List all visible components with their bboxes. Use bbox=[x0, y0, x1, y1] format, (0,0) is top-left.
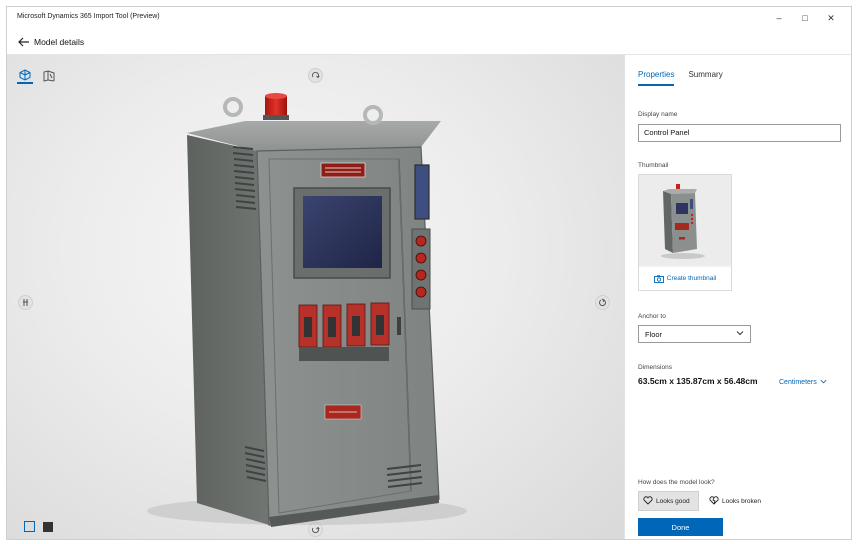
panel-tabs: Properties Summary bbox=[638, 70, 723, 86]
create-thumbnail-label: Create thumbnail bbox=[666, 275, 717, 282]
create-thumbnail-button[interactable]: Create thumbnail bbox=[639, 267, 731, 290]
dimensions-value: 63.5cm x 135.87cm x 56.48cm bbox=[638, 376, 758, 386]
anchor-value: Floor bbox=[645, 330, 663, 339]
close-button[interactable]: ✕ bbox=[819, 10, 843, 26]
broken-heart-icon bbox=[709, 495, 719, 507]
units-value: Centimeters bbox=[779, 379, 817, 386]
thumbnail-image bbox=[639, 175, 731, 265]
units-dropdown[interactable]: Centimeters bbox=[779, 378, 827, 387]
restore-button[interactable]: □ bbox=[793, 10, 817, 26]
control-panel-model bbox=[147, 93, 467, 527]
done-button[interactable]: Done bbox=[638, 518, 723, 536]
camera-icon bbox=[653, 270, 664, 288]
page-header: Model details bbox=[7, 29, 851, 55]
dimensions-label: Dimensions bbox=[638, 364, 672, 371]
title-bar: Microsoft Dynamics 365 Import Tool (Prev… bbox=[7, 7, 851, 29]
display-name-label: Display name bbox=[638, 111, 678, 118]
anchor-label: Anchor to bbox=[638, 313, 666, 320]
looks-broken-label: Looks broken bbox=[722, 497, 762, 505]
minimize-button[interactable]: – bbox=[767, 10, 791, 26]
looks-good-label: Looks good bbox=[656, 497, 690, 505]
feedback-question: How does the model look? bbox=[638, 479, 715, 486]
tab-properties[interactable]: Properties bbox=[638, 70, 675, 86]
thumbnail-label: Thumbnail bbox=[638, 162, 669, 169]
anchor-dropdown[interactable]: Floor bbox=[638, 325, 751, 343]
back-arrow-icon[interactable] bbox=[17, 35, 31, 49]
properties-panel: Properties Summary Display name Control … bbox=[624, 55, 851, 539]
looks-broken-button[interactable]: Looks broken bbox=[705, 491, 775, 511]
tab-summary[interactable]: Summary bbox=[688, 70, 722, 86]
model-viewport[interactable] bbox=[7, 55, 624, 539]
chevron-down-icon bbox=[736, 329, 744, 339]
page-title: Model details bbox=[34, 37, 85, 47]
window-title: Microsoft Dynamics 365 Import Tool (Prev… bbox=[17, 13, 160, 20]
looks-good-button[interactable]: Looks good bbox=[638, 491, 699, 511]
display-name-input[interactable]: Control Panel bbox=[638, 124, 841, 142]
heart-icon bbox=[643, 495, 653, 507]
thumbnail-card: Create thumbnail bbox=[638, 174, 732, 291]
app-window: Microsoft Dynamics 365 Import Tool (Prev… bbox=[6, 6, 852, 540]
chevron-down-icon bbox=[820, 378, 827, 387]
